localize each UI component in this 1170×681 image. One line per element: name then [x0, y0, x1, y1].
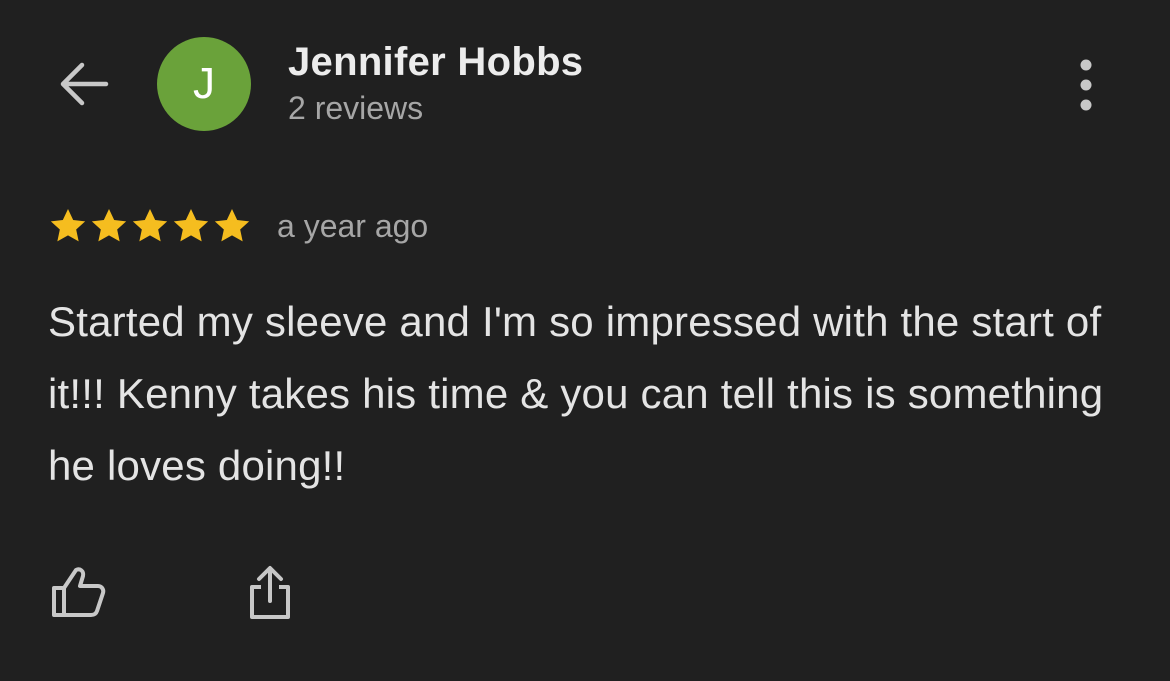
review-text: Started my sleeve and I'm so impressed w… — [48, 298, 1104, 489]
like-button[interactable] — [46, 560, 110, 624]
thumbs-up-icon — [49, 564, 107, 620]
author-name[interactable]: Jennifer Hobbs — [288, 40, 583, 85]
review-time: a year ago — [277, 207, 429, 244]
avatar[interactable]: J — [157, 37, 251, 131]
rating-row: a year ago — [48, 204, 428, 248]
star-icon — [91, 209, 127, 242]
review-screen: J Jennifer Hobbs 2 reviews a year ago St… — [0, 0, 1170, 681]
share-icon — [246, 563, 294, 621]
author-review-count: 2 reviews — [288, 90, 424, 126]
star-icon — [132, 209, 168, 242]
star-icon — [173, 209, 209, 242]
arrow-left-icon — [56, 59, 110, 109]
more-vertical-icon — [1076, 58, 1096, 112]
share-button[interactable] — [238, 560, 302, 624]
more-options-button[interactable] — [1062, 56, 1110, 114]
star-icon — [214, 209, 250, 242]
star-icon — [50, 209, 86, 242]
back-button[interactable] — [52, 56, 114, 112]
avatar-initial: J — [193, 59, 215, 108]
star-rating — [48, 206, 253, 246]
